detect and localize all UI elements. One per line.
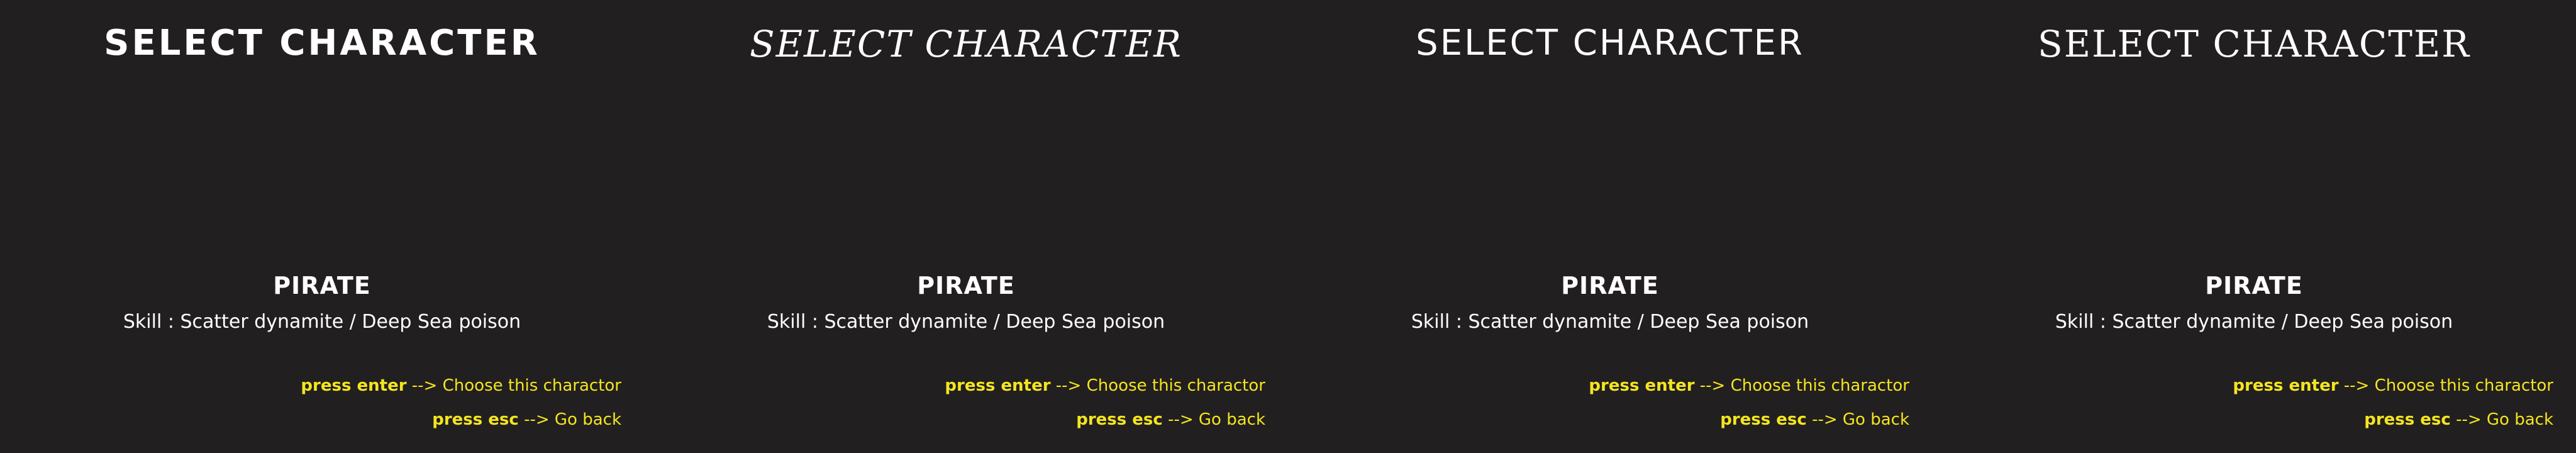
character-select-panel-3: SELECT CHARACTER PIRATE Skill : Scatter …	[1288, 0, 1932, 453]
character-skill: Skill : Scatter dynamite / Deep Sea pois…	[2055, 311, 2453, 333]
arrow-icon: -->	[1812, 410, 1838, 429]
arrow-icon: -->	[2343, 376, 2370, 395]
character-select-strip: SELECT CHARACTER PIRATE Skill : Scatter …	[0, 0, 2576, 453]
enter-action-label: Choose this charactor	[2374, 376, 2553, 395]
enter-key-label: press enter	[2233, 376, 2339, 395]
screen-title: SELECT CHARACTER	[750, 23, 1182, 65]
esc-hint[interactable]: press esc --> Go back	[2364, 410, 2553, 429]
esc-key-label: press esc	[432, 410, 519, 429]
esc-hint[interactable]: press esc --> Go back	[1720, 410, 1909, 429]
enter-key-label: press enter	[301, 376, 407, 395]
esc-action-label: Go back	[1198, 410, 1265, 429]
esc-hint[interactable]: press esc --> Go back	[432, 410, 621, 429]
esc-action-label: Go back	[2486, 410, 2553, 429]
character-select-panel-2: SELECT CHARACTER PIRATE Skill : Scatter …	[644, 0, 1288, 453]
enter-key-label: press enter	[945, 376, 1051, 395]
character-skill: Skill : Scatter dynamite / Deep Sea pois…	[1411, 311, 1809, 333]
arrow-icon: -->	[1699, 376, 1726, 395]
arrow-icon: -->	[524, 410, 550, 429]
character-name: PIRATE	[1561, 272, 1659, 299]
enter-action-label: Choose this charactor	[442, 376, 621, 395]
character-skill: Skill : Scatter dynamite / Deep Sea pois…	[767, 311, 1165, 333]
screen-title: SELECT CHARACTER	[104, 23, 540, 64]
esc-action-label: Go back	[554, 410, 621, 429]
enter-hint[interactable]: press enter --> Choose this charactor	[301, 376, 621, 395]
arrow-icon: -->	[2456, 410, 2482, 429]
screen-title: SELECT CHARACTER	[2038, 23, 2470, 65]
enter-key-label: press enter	[1589, 376, 1695, 395]
esc-hint[interactable]: press esc --> Go back	[1076, 410, 1265, 429]
enter-hint[interactable]: press enter --> Choose this charactor	[945, 376, 1265, 395]
character-name: PIRATE	[2205, 272, 2303, 299]
enter-hint[interactable]: press enter --> Choose this charactor	[2233, 376, 2553, 395]
esc-key-label: press esc	[1076, 410, 1163, 429]
esc-key-label: press esc	[1720, 410, 1807, 429]
esc-action-label: Go back	[1842, 410, 1909, 429]
enter-hint[interactable]: press enter --> Choose this charactor	[1589, 376, 1909, 395]
character-name: PIRATE	[273, 272, 371, 299]
character-skill: Skill : Scatter dynamite / Deep Sea pois…	[123, 311, 521, 333]
esc-key-label: press esc	[2364, 410, 2451, 429]
enter-action-label: Choose this charactor	[1730, 376, 1909, 395]
character-name: PIRATE	[917, 272, 1015, 299]
enter-action-label: Choose this charactor	[1086, 376, 1265, 395]
arrow-icon: -->	[1168, 410, 1194, 429]
arrow-icon: -->	[411, 376, 438, 395]
arrow-icon: -->	[1055, 376, 1082, 395]
screen-title: SELECT CHARACTER	[1416, 23, 1804, 64]
character-select-panel-1: SELECT CHARACTER PIRATE Skill : Scatter …	[0, 0, 644, 453]
character-select-panel-4: SELECT CHARACTER PIRATE Skill : Scatter …	[1932, 0, 2576, 453]
